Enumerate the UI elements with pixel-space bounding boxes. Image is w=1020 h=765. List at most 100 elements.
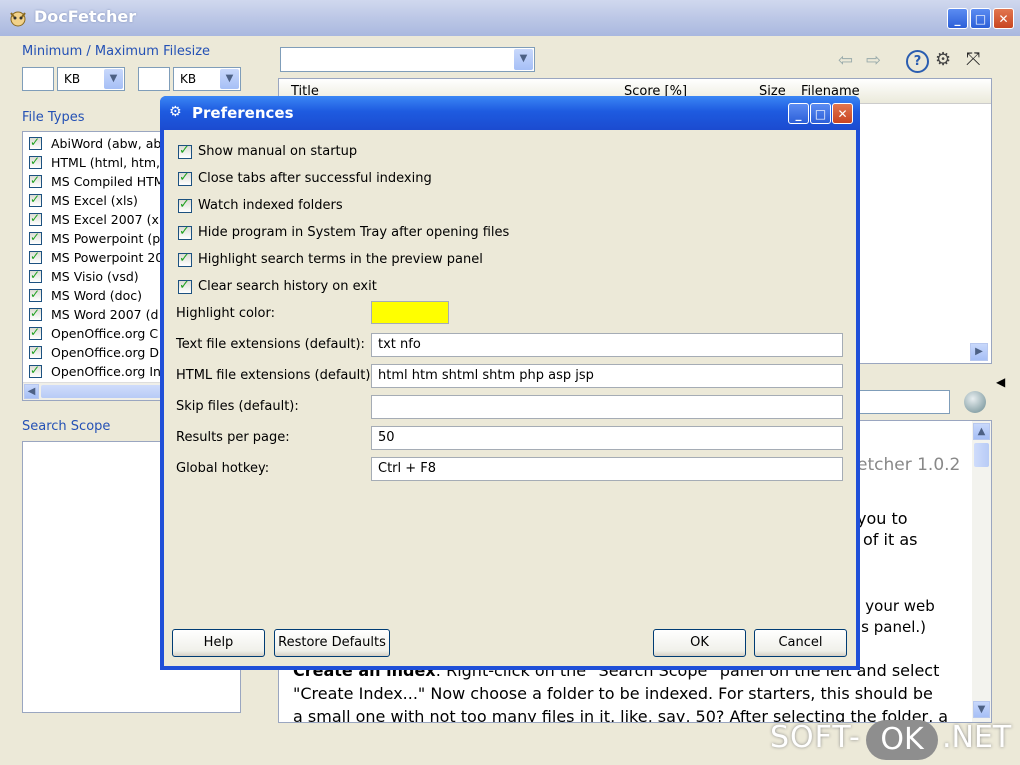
maximize-button[interactable]: □	[970, 8, 991, 29]
text-extensions-label: Text file extensions (default):	[176, 337, 365, 352]
max-filesize-input[interactable]	[138, 67, 170, 91]
max-filesize-unit-select[interactable]: KB ▼	[173, 67, 241, 91]
filesize-label: Minimum / Maximum Filesize	[22, 44, 211, 59]
preview-vscrollbar[interactable]: ▲ ▼	[972, 421, 991, 722]
file-type-checkbox[interactable]	[29, 154, 42, 169]
file-type-checkbox[interactable]	[29, 192, 42, 207]
forward-arrow-icon[interactable]: ⇨	[866, 50, 881, 71]
global-hotkey-label: Global hotkey:	[176, 461, 270, 476]
highlight-color-swatch[interactable]	[371, 301, 449, 324]
pref-close-button[interactable]: ✕	[832, 103, 853, 124]
file-type-checkbox[interactable]	[29, 325, 42, 340]
file-type-checkbox[interactable]	[29, 211, 42, 226]
pref-checkbox[interactable]	[178, 197, 192, 213]
file-type-label: MS Visio (vsd)	[51, 269, 139, 284]
pref-checkbox[interactable]	[178, 170, 192, 186]
scroll-up-icon[interactable]: ▲	[973, 423, 990, 440]
preview-line: of it as	[863, 530, 918, 549]
file-type-checkbox[interactable]	[29, 268, 42, 283]
collapse-arrow-icon[interactable]: ◀	[996, 375, 1005, 389]
max-unit-value: KB	[180, 72, 197, 86]
min-filesize-unit-select[interactable]: KB ▼	[57, 67, 125, 91]
results-per-page-label: Results per page:	[176, 430, 290, 445]
results-per-page-input[interactable]: 50	[371, 426, 843, 450]
maximize-panel-icon[interactable]: ⤧	[966, 49, 980, 70]
preferences-dialog: ⚙ Preferences _ □ ✕ Show manual on start…	[160, 96, 860, 670]
scroll-down-icon[interactable]: ▼	[973, 701, 990, 718]
text-extensions-input[interactable]: txt nfo	[371, 333, 843, 357]
file-type-label: OpenOffice.org D	[51, 345, 159, 360]
preferences-titlebar[interactable]: ⚙ Preferences _ □ ✕	[160, 96, 860, 130]
scroll-left-icon[interactable]: ◀	[24, 384, 39, 399]
min-filesize-input[interactable]	[22, 67, 54, 91]
settings-gears-icon[interactable]: ⚙	[935, 49, 951, 70]
file-type-checkbox[interactable]	[29, 344, 42, 359]
html-extensions-input[interactable]: html htm shtml shtm php asp jsp	[371, 364, 843, 388]
pref-checkbox[interactable]	[178, 251, 192, 267]
skip-files-input[interactable]	[371, 395, 843, 419]
docfetcher-app-icon	[10, 11, 26, 27]
file-type-label: MS Word 2007 (d	[51, 307, 159, 322]
chevron-down-icon[interactable]: ▼	[514, 49, 533, 70]
ok-button[interactable]: OK	[653, 629, 746, 657]
scroll-thumb[interactable]	[974, 443, 989, 467]
watermark-text: SOFT-	[770, 720, 861, 755]
preferences-gear-icon: ⚙	[169, 104, 182, 120]
back-arrow-icon[interactable]: ⇦	[838, 50, 853, 71]
pref-checkbox[interactable]	[178, 278, 192, 294]
file-type-label: MS Compiled HTM	[51, 174, 165, 189]
pref-checkbox-label: Hide program in System Tray after openin…	[198, 225, 510, 240]
preferences-body: Show manual on startup Close tabs after s…	[164, 130, 856, 666]
preferences-title: Preferences	[192, 104, 294, 122]
file-type-label: AbiWord (abw, ab	[51, 136, 162, 151]
restore-defaults-button[interactable]: Restore Defaults	[274, 629, 390, 657]
skip-files-label: Skip files (default):	[176, 399, 299, 414]
file-type-label: MS Excel 2007 (xl	[51, 212, 163, 227]
pref-minimize-button[interactable]: _	[788, 103, 809, 124]
pref-checkbox[interactable]	[178, 224, 192, 240]
file-type-checkbox[interactable]	[29, 135, 42, 150]
scroll-thumb[interactable]	[41, 385, 161, 398]
file-type-label: MS Word (doc)	[51, 288, 143, 303]
pref-maximize-button[interactable]: □	[810, 103, 831, 124]
file-type-checkbox[interactable]	[29, 230, 42, 245]
scroll-right-icon[interactable]: ▶	[970, 343, 988, 361]
window-title: DocFetcher	[34, 7, 137, 26]
file-type-label: HTML (html, htm,	[51, 155, 161, 170]
file-type-label: OpenOffice.org In	[51, 364, 161, 379]
file-types-hscrollbar[interactable]: ◀	[23, 382, 166, 400]
file-type-checkbox[interactable]	[29, 287, 42, 302]
help-button[interactable]: Help	[172, 629, 265, 657]
preview-line: n your web	[851, 597, 935, 615]
file-type-label: OpenOffice.org C	[51, 326, 159, 341]
pref-checkbox-label: Clear search history on exit	[198, 279, 377, 294]
pref-checkbox-label: Watch indexed folders	[198, 198, 343, 213]
global-hotkey-input[interactable]: Ctrl + F8	[371, 457, 843, 481]
chevron-down-icon[interactable]: ▼	[220, 69, 239, 89]
file-type-label: MS Powerpoint (p	[51, 231, 161, 246]
min-unit-value: KB	[64, 72, 81, 86]
search-scope-label: Search Scope	[22, 419, 111, 434]
file-type-checkbox[interactable]	[29, 173, 42, 188]
highlight-color-label: Highlight color:	[176, 306, 275, 321]
preview-search-input[interactable]	[858, 390, 950, 414]
minimize-button[interactable]: _	[947, 8, 968, 29]
file-type-checkbox[interactable]	[29, 306, 42, 321]
file-type-label: MS Excel (xls)	[51, 193, 138, 208]
cancel-button[interactable]: Cancel	[754, 629, 847, 657]
pref-checkbox-label: Close tabs after successful indexing	[198, 171, 432, 186]
search-input-combo[interactable]: ▼	[280, 47, 535, 72]
watermark-suffix: .NET	[942, 720, 1012, 755]
globe-icon[interactable]	[964, 391, 986, 413]
watermark-badge: OK	[866, 720, 938, 760]
pref-checkbox-label: Highlight search terms in the preview pa…	[198, 252, 483, 267]
file-type-checkbox[interactable]	[29, 363, 42, 378]
file-type-checkbox[interactable]	[29, 249, 42, 264]
help-icon[interactable]: ?	[906, 50, 929, 73]
html-extensions-label: HTML file extensions (default):	[176, 368, 375, 383]
file-types-list: AbiWord (abw, ab HTML (html, htm, MS Compi…	[22, 131, 167, 401]
close-button[interactable]: ✕	[993, 8, 1014, 29]
preview-line: you to	[857, 509, 908, 528]
pref-checkbox[interactable]	[178, 143, 192, 159]
chevron-down-icon[interactable]: ▼	[104, 69, 123, 89]
